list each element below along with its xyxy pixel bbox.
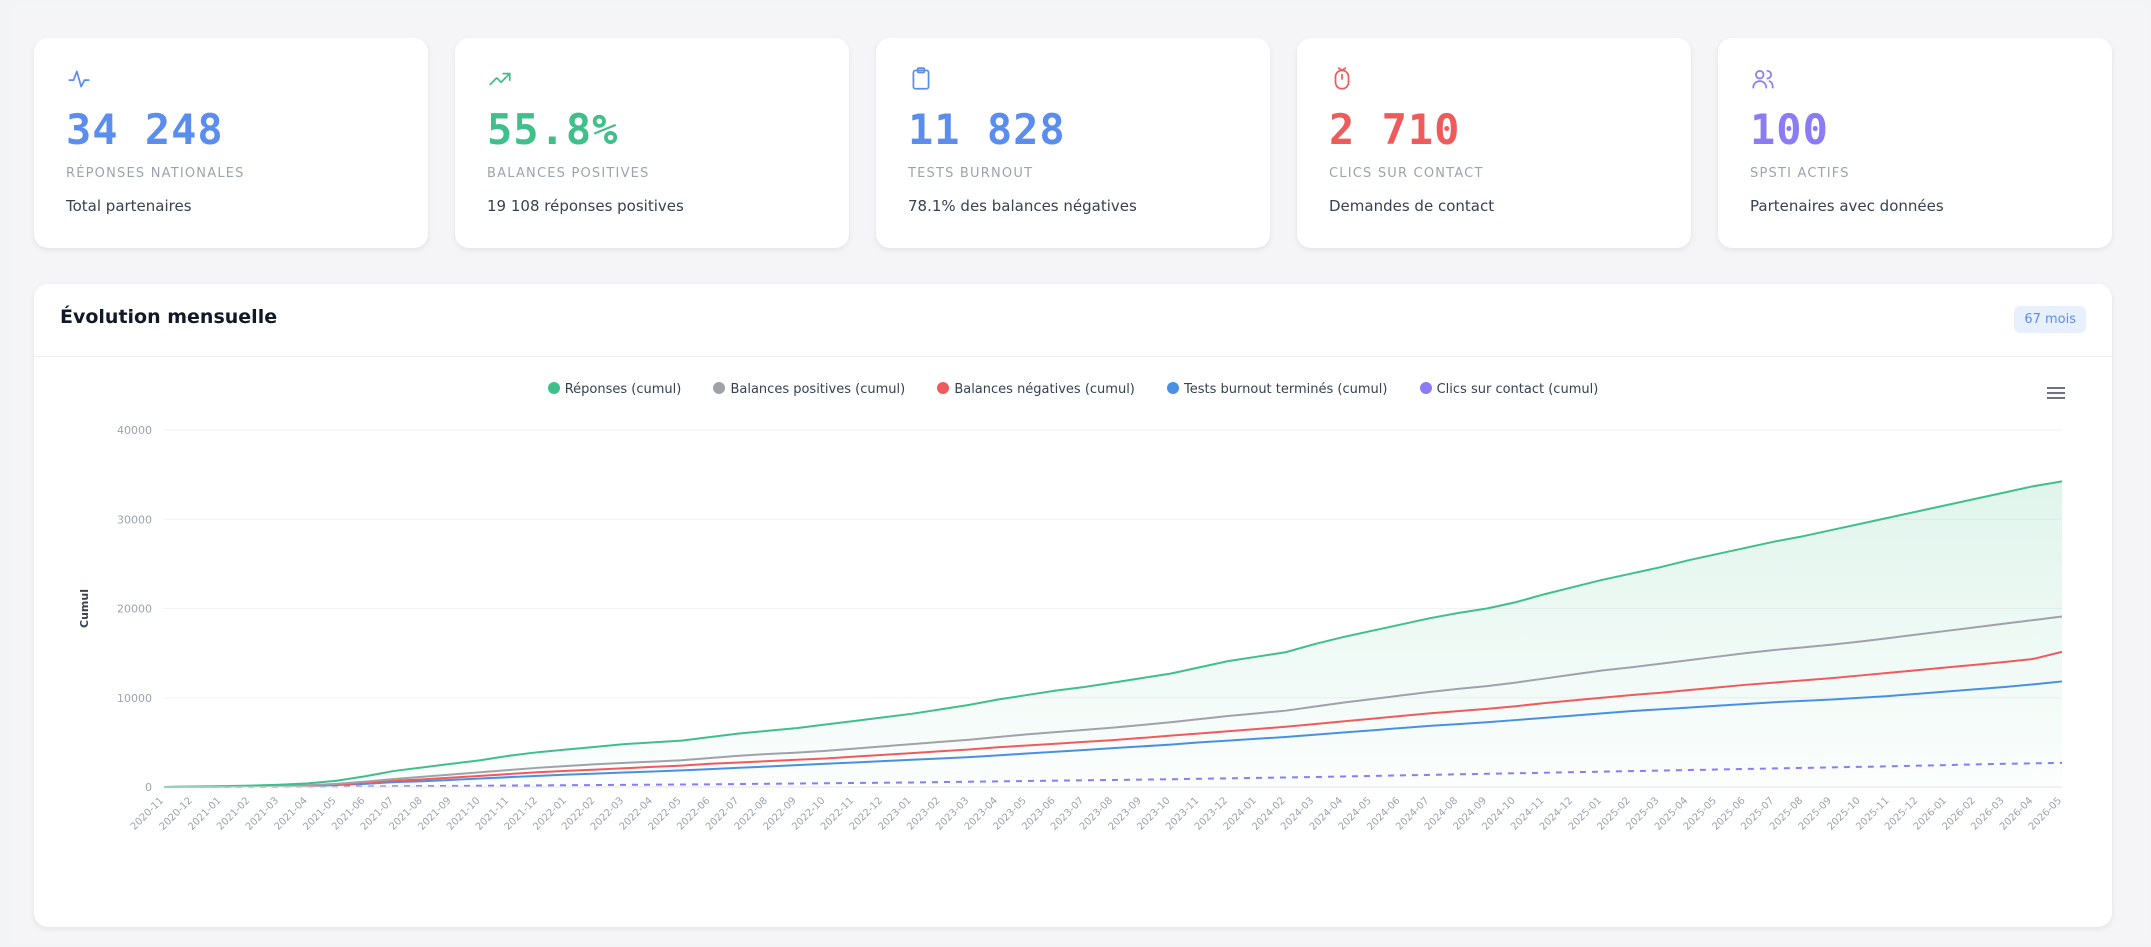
chart-container: Réponses (cumul) Balances positives (cum… <box>44 370 2102 910</box>
clipboard-icon <box>912 67 930 90</box>
kpi-subtext: Demandes de contact <box>1329 197 1495 215</box>
monthly-evolution-panel: Évolution mensuelle 67 mois Réponses (cu… <box>34 284 2112 927</box>
kpi-value: 2 710 <box>1329 105 1461 154</box>
activity-icon <box>68 70 90 88</box>
y-tick-label: 20000 <box>117 603 152 616</box>
kpi-label: TESTS BURNOUT <box>908 166 1034 181</box>
kpi-cards: 34 248 RÉPONSES NATIONALES Total partena… <box>34 38 2112 248</box>
kpi-subtext: 78.1% des balances négatives <box>908 197 1137 215</box>
kpi-card-contact: 2 710 CLICS SUR CONTACT Demandes de cont… <box>1297 38 1691 248</box>
kpi-card-responses: 34 248 RÉPONSES NATIONALES Total partena… <box>34 38 428 248</box>
line-chart: 010000200003000040000Cumul2020-112020-12… <box>78 424 2064 833</box>
panel-header: Évolution mensuelle 67 mois <box>34 284 2112 357</box>
months-badge: 67 mois <box>2014 306 2086 333</box>
kpi-value: 11 828 <box>908 105 1066 154</box>
y-axis-label: Cumul <box>78 589 91 628</box>
kpi-subtext: Partenaires avec données <box>1750 197 1944 215</box>
kpi-value: 55.8% <box>487 105 619 154</box>
kpi-value: 100 <box>1750 105 1829 154</box>
kpi-card-positive: 55.8% BALANCES POSITIVES 19 108 réponses… <box>455 38 849 248</box>
y-tick-label: 0 <box>145 781 152 794</box>
kpi-label: SPSTI ACTIFS <box>1750 166 1850 181</box>
kpi-card-spsti: 100 SPSTI ACTIFS Partenaires avec donnée… <box>1718 38 2112 248</box>
kpi-card-burnout: 11 828 TESTS BURNOUT 78.1% des balances … <box>876 38 1270 248</box>
y-tick-label: 30000 <box>117 513 152 526</box>
mouse-icon <box>1334 67 1350 90</box>
kpi-subtext: 19 108 réponses positives <box>487 197 684 215</box>
users-icon <box>1752 70 1774 89</box>
kpi-subtext: Total partenaires <box>66 197 192 215</box>
series-area-responses <box>164 481 2062 787</box>
kpi-label: BALANCES POSITIVES <box>487 166 650 181</box>
y-tick-label: 10000 <box>117 692 152 705</box>
kpi-value: 34 248 <box>66 105 224 154</box>
kpi-label: CLICS SUR CONTACT <box>1329 166 1484 181</box>
panel-title: Évolution mensuelle <box>60 306 278 328</box>
kpi-label: RÉPONSES NATIONALES <box>66 166 245 181</box>
trending-up-icon <box>489 72 511 86</box>
y-tick-label: 40000 <box>117 424 152 437</box>
